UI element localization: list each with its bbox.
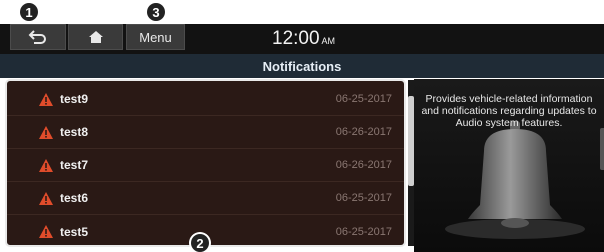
page-title: Notifications	[0, 54, 604, 78]
menu-button[interactable]: Menu	[126, 24, 185, 50]
warning-icon	[39, 92, 53, 106]
clock-ampm: AM	[321, 36, 336, 46]
info-panel: Provides vehicle-related information and…	[414, 79, 604, 252]
callout-3: 3	[147, 3, 165, 21]
notification-name: test9	[60, 92, 89, 106]
notification-name: test6	[60, 191, 89, 205]
notification-date: 06-26-2017	[335, 126, 392, 138]
info-text: Provides vehicle-related information and…	[414, 93, 604, 129]
info-line-1: Provides vehicle-related information	[425, 93, 593, 105]
warning-icon	[39, 158, 53, 172]
clock: 12:00 AM	[272, 28, 335, 50]
notification-row[interactable]: test6 06-25-2017	[7, 182, 404, 215]
notification-date: 06-25-2017	[335, 192, 392, 204]
back-button[interactable]	[10, 24, 66, 50]
notification-date: 06-25-2017	[335, 225, 392, 238]
top-bar: Menu 12:00 AM	[0, 24, 604, 54]
bell-icon	[445, 121, 585, 239]
warning-icon	[39, 125, 53, 139]
notification-name: test7	[60, 158, 89, 172]
notification-date: 06-26-2017	[335, 159, 392, 171]
notification-row[interactable]: test7 06-26-2017	[7, 149, 404, 182]
callout-2: 2	[191, 234, 209, 252]
warning-icon	[39, 191, 53, 205]
warning-icon	[39, 225, 53, 238]
notification-row[interactable]: test8 06-26-2017	[7, 116, 404, 149]
info-line-3: Audio system features.	[455, 117, 563, 129]
clock-time: 12:00	[272, 28, 320, 49]
notification-name: test5	[60, 224, 89, 239]
notification-date: 06-25-2017	[335, 93, 392, 105]
side-handle[interactable]	[600, 128, 604, 170]
notification-row[interactable]: test9 06-25-2017	[7, 83, 404, 116]
notification-name: test8	[60, 125, 89, 139]
callout-1: 1	[20, 3, 38, 21]
home-icon	[88, 31, 103, 43]
notification-list: test9 06-25-2017 test8 06-26-2017 test7 …	[5, 79, 406, 247]
back-arrow-icon	[28, 30, 46, 44]
info-line-2: and notifications regarding updates to	[421, 105, 597, 117]
home-button[interactable]	[68, 24, 123, 50]
